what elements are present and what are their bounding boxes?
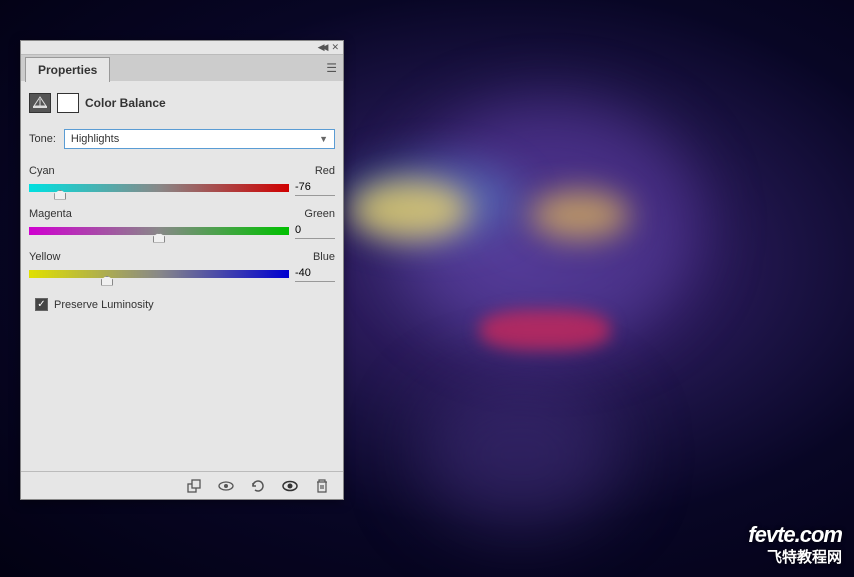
panel-body: Color Balance Tone: Highlights ▼ Cyan Re…	[21, 81, 343, 471]
delete-icon[interactable]	[313, 477, 331, 495]
slider-thumb[interactable]	[101, 276, 113, 286]
close-icon[interactable]: ✕	[331, 42, 339, 53]
preserve-luminosity-label: Preserve Luminosity	[54, 299, 154, 311]
tone-row: Tone: Highlights ▼	[29, 129, 335, 149]
preserve-luminosity-row: ✓ Preserve Luminosity	[35, 298, 335, 311]
slider-thumb[interactable]	[54, 190, 66, 200]
watermark-url: fevte.com	[748, 522, 842, 548]
slider-yellow-blue: Yellow Blue	[29, 251, 335, 282]
slider-value-input[interactable]	[295, 179, 335, 196]
properties-panel: ◀◀ ✕ Properties ☰ Color Balance Tone: Hi…	[20, 40, 344, 500]
chevron-down-icon: ▼	[319, 134, 328, 144]
slider-left-label: Yellow	[29, 251, 60, 263]
panel-footer	[21, 471, 343, 499]
bg-glow-eye	[530, 190, 630, 240]
slider-value-input[interactable]	[295, 222, 335, 239]
collapse-icon[interactable]: ◀◀	[318, 42, 326, 53]
slider-cyan-red: Cyan Red	[29, 165, 335, 196]
slider-thumb[interactable]	[153, 233, 165, 243]
tone-value: Highlights	[71, 133, 119, 145]
color-balance-icon[interactable]	[29, 93, 51, 113]
slider-track[interactable]	[29, 184, 289, 192]
bg-lips	[480, 310, 610, 350]
watermark-text: 飞特教程网	[748, 546, 842, 567]
preserve-luminosity-checkbox[interactable]: ✓	[35, 298, 48, 311]
panel-menu-icon[interactable]: ☰	[326, 61, 337, 75]
panel-top-controls: ◀◀ ✕	[21, 41, 343, 55]
slider-right-label: Red	[315, 165, 335, 177]
adjustment-header: Color Balance	[29, 91, 335, 115]
slider-value-input[interactable]	[295, 265, 335, 282]
view-previous-icon[interactable]	[217, 477, 235, 495]
layer-mask-thumb[interactable]	[57, 93, 79, 113]
reset-icon[interactable]	[249, 477, 267, 495]
bg-glow	[420, 380, 620, 530]
slider-track[interactable]	[29, 270, 289, 278]
slider-right-label: Green	[304, 208, 335, 220]
bg-glow-eye	[350, 180, 470, 240]
tab-bar: Properties ☰	[21, 55, 343, 81]
visibility-icon[interactable]	[281, 477, 299, 495]
adjustment-title: Color Balance	[85, 96, 166, 110]
slider-left-label: Magenta	[29, 208, 72, 220]
slider-left-label: Cyan	[29, 165, 55, 177]
slider-right-label: Blue	[313, 251, 335, 263]
clip-to-layer-icon[interactable]	[185, 477, 203, 495]
watermark: fevte.com 飞特教程网	[748, 522, 842, 567]
slider-magenta-green: Magenta Green	[29, 208, 335, 239]
slider-track[interactable]	[29, 227, 289, 235]
tone-label: Tone:	[29, 133, 56, 145]
tab-properties[interactable]: Properties	[25, 57, 110, 82]
tone-dropdown[interactable]: Highlights ▼	[64, 129, 335, 149]
